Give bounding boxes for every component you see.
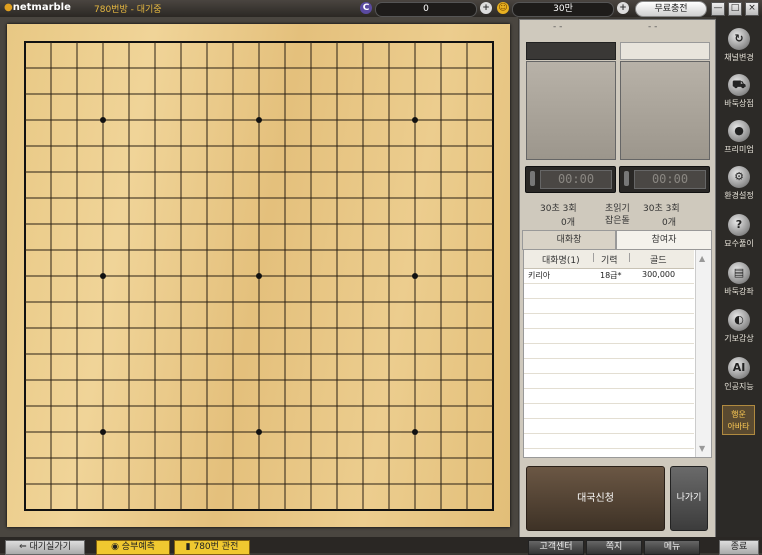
ai-icon: AI [728, 357, 750, 379]
white-timer: 00:00 [619, 166, 710, 193]
participant-list[interactable]: 대화명(1) | 기력 | 골드 키리아 18급* 300,000 ▲ ▼ [523, 249, 712, 458]
list-rows: 키리아 18급* 300,000 [524, 269, 694, 456]
white-player-name-bar [620, 42, 710, 60]
tab-participants[interactable]: 참여자 [616, 230, 712, 249]
minimize-button[interactable]: — [711, 2, 725, 16]
gold-value: 30만 [512, 2, 614, 17]
scroll-down-icon[interactable]: ▼ [699, 444, 705, 453]
close-button[interactable]: × [745, 2, 759, 16]
star-point [412, 117, 418, 123]
book-icon: ▤ [728, 262, 750, 284]
c-currency-value: 0 [375, 2, 477, 17]
panel-tabs: 대화창 참여자 [522, 230, 712, 250]
premium-icon: ● [728, 120, 750, 142]
captured-label: 잡은돌 [605, 216, 630, 226]
header-rank[interactable]: 기력 [601, 253, 618, 266]
white-player-label: - - [648, 22, 658, 32]
lucky-avatar-button[interactable]: 행운 아바타 [722, 405, 755, 435]
black-timer: 00:00 [525, 166, 616, 193]
back-arrow-icon: ⇐ [19, 542, 30, 552]
maximize-button[interactable]: □ [728, 2, 742, 16]
row-gold: 300,000 [642, 270, 676, 279]
cart-icon: ⛟ [728, 74, 750, 96]
black-player-name-bar [526, 42, 616, 60]
star-point [100, 117, 106, 123]
add-c-icon[interactable]: + [480, 2, 492, 14]
header-name[interactable]: 대화명(1) [542, 253, 580, 266]
netmarble-logo: ●netmarble [4, 2, 71, 13]
star-point [412, 273, 418, 279]
refresh-icon: ↻ [728, 28, 750, 50]
table-row[interactable]: 키리아 18급* 300,000 [524, 269, 694, 284]
gear-icon: ⚙ [728, 166, 750, 188]
free-charge-button[interactable]: 무료충전 [635, 1, 707, 17]
star-point [412, 429, 418, 435]
question-icon: ? [728, 214, 750, 236]
list-scrollbar[interactable]: ▲ ▼ [695, 250, 711, 457]
row-rank: 18급* [600, 271, 622, 280]
board-grid[interactable] [7, 24, 510, 527]
go-board[interactable] [7, 24, 510, 527]
star-point [100, 429, 106, 435]
white-player-avatar [620, 61, 710, 160]
add-gold-icon[interactable]: + [617, 2, 629, 14]
list-header: 대화명(1) | 기력 | 골드 [524, 250, 694, 269]
stones-icon: ◐ [728, 309, 750, 331]
white-byoyomi: 30초 3회 [643, 204, 680, 214]
c-currency-icon: C [360, 2, 372, 14]
tab-chat[interactable]: 대화창 [522, 230, 616, 250]
coin-icon: ◉ [111, 542, 122, 552]
room-title: 780번방 - 대기중 [94, 5, 162, 15]
black-player-avatar [526, 61, 616, 160]
white-captured: 0개 [662, 218, 677, 228]
star-point [100, 273, 106, 279]
star-point [256, 117, 262, 123]
row-name: 키리아 [528, 271, 551, 280]
apply-game-button[interactable]: 대국신청 [526, 466, 665, 531]
star-point [256, 273, 262, 279]
gold-coin-icon: ☺ [497, 2, 509, 14]
header-gold[interactable]: 골드 [650, 253, 667, 266]
star-point [256, 429, 262, 435]
scroll-up-icon[interactable]: ▲ [699, 254, 705, 263]
leave-button[interactable]: 나가기 [670, 466, 708, 531]
black-player-label: - - [553, 22, 563, 32]
black-byoyomi: 30초 3회 [540, 204, 577, 214]
black-captured: 0개 [561, 218, 576, 228]
